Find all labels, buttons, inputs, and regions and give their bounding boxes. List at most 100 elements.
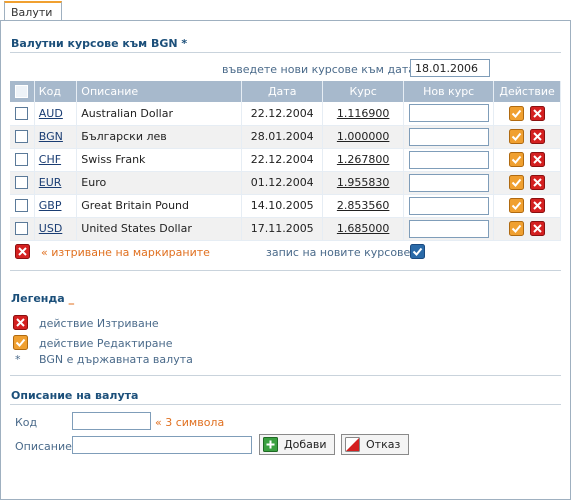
edit-check-icon[interactable] <box>509 198 525 213</box>
rate-cell: 1.116900 <box>322 102 405 126</box>
delete-marked-icon[interactable] <box>15 244 30 259</box>
edit-check-icon[interactable] <box>509 175 525 190</box>
edit-check-icon[interactable] <box>509 152 525 167</box>
cancel-button-label: Отказ <box>366 438 401 451</box>
legend-delete-text: действие Изтриване <box>39 317 159 330</box>
new-rate-cell <box>403 171 495 195</box>
cancel-button[interactable]: Отказ <box>341 434 409 455</box>
col-new-rate: Нов курс <box>403 81 495 102</box>
new-rate-input[interactable] <box>408 150 489 169</box>
code-label: Код <box>15 416 38 429</box>
legend-title-text: Легенда <box>11 292 65 305</box>
currency-code-link[interactable]: USD <box>39 222 63 235</box>
select-all-checkbox[interactable] <box>15 85 29 99</box>
rates-table: Код Описание Дата Курс Нов курс Действие… <box>10 81 561 241</box>
currency-code-link[interactable]: GBP <box>39 199 62 212</box>
col-rate[interactable]: Курс <box>322 81 405 102</box>
col-description[interactable]: Описание <box>76 81 243 102</box>
edit-check-icon <box>13 335 28 350</box>
row-checkbox[interactable] <box>15 176 29 190</box>
row-checkbox[interactable] <box>15 130 29 144</box>
table-row: BGN Български лев 28.01.2004 1.000000 <box>10 125 561 149</box>
row-checkbox[interactable] <box>15 222 29 236</box>
legend-title-mark: _ <box>68 292 75 305</box>
action-cell <box>493 148 561 172</box>
section-divider <box>10 404 561 405</box>
date-cell: 22.12.2004 <box>241 102 324 126</box>
edit-check-icon[interactable] <box>509 129 525 144</box>
new-rate-input[interactable] <box>408 196 489 215</box>
rates-section-title: Валутни курсове към BGN * <box>11 37 188 50</box>
add-button[interactable]: Добави <box>259 434 335 455</box>
currency-form-title: Описание на валута <box>11 389 139 402</box>
delete-x-icon[interactable] <box>530 129 546 144</box>
edit-check-icon[interactable] <box>509 105 525 121</box>
date-prompt: въведете нови курсове към дата » <box>222 63 425 76</box>
table-header-row: Код Описание Дата Курс Нов курс Действие <box>10 81 561 102</box>
rate-link[interactable]: 1.116900 <box>337 107 390 120</box>
rate-link[interactable]: 1.685000 <box>337 222 390 235</box>
rate-link[interactable]: 1.000000 <box>337 130 390 143</box>
delete-x-icon <box>13 315 28 330</box>
rate-cell: 1.685000 <box>322 217 405 241</box>
description-cell: Euro <box>76 171 243 195</box>
code-hint: « 3 символа <box>155 416 224 429</box>
description-cell: Australian Dollar <box>76 102 243 126</box>
rate-link[interactable]: 2.853560 <box>337 199 390 212</box>
description-input[interactable] <box>72 436 252 454</box>
table-row: USD United States Dollar 17.11.2005 1.68500… <box>10 217 561 241</box>
date-prompt-text: въведете нови курсове към дата <box>222 63 415 76</box>
save-check-icon[interactable] <box>410 244 425 259</box>
rate-link[interactable]: 1.267800 <box>337 153 390 166</box>
delete-x-icon[interactable] <box>530 152 546 167</box>
delete-x-icon[interactable] <box>530 175 546 190</box>
legend-edit-text: действие Редактиране <box>39 337 173 350</box>
date-cell: 14.10.2005 <box>241 194 324 218</box>
delete-x-icon[interactable] <box>530 221 546 236</box>
new-rate-cell <box>403 194 495 218</box>
table-row: CHF Swiss Frank 22.12.2004 1.267800 <box>10 148 561 172</box>
date-cell: 28.01.2004 <box>241 125 324 149</box>
code-cell: EUR <box>34 171 78 195</box>
rate-cell: 1.955830 <box>322 171 405 195</box>
legend-title: Легенда _ <box>11 292 74 305</box>
code-cell: CHF <box>34 148 78 172</box>
action-cell <box>493 125 561 149</box>
rates-date-input[interactable] <box>410 59 490 77</box>
code-input[interactable] <box>72 412 151 430</box>
currency-code-link[interactable]: AUD <box>39 107 63 120</box>
row-select-cell <box>10 171 35 195</box>
rate-cell: 1.267800 <box>322 148 405 172</box>
new-rate-cell <box>403 125 495 149</box>
cancel-icon <box>345 437 360 452</box>
new-rate-input[interactable] <box>408 219 489 238</box>
new-rate-input[interactable] <box>408 104 489 123</box>
description-cell: Swiss Frank <box>76 148 243 172</box>
legend-edit: действие Редактиране <box>13 335 173 350</box>
currency-code-link[interactable]: EUR <box>39 176 62 189</box>
row-checkbox[interactable] <box>15 153 29 167</box>
row-checkbox[interactable] <box>15 199 29 213</box>
row-checkbox[interactable] <box>15 107 29 120</box>
action-cell <box>493 217 561 241</box>
section-divider <box>10 375 561 376</box>
table-row: GBP Great Britain Pound 14.10.2005 2.853560 <box>10 194 561 218</box>
delete-marked-link[interactable]: « изтриване на маркираните <box>41 246 210 259</box>
rate-cell: 2.853560 <box>322 194 405 218</box>
rate-link[interactable]: 1.955830 <box>337 176 390 189</box>
save-rates-link[interactable]: запис на новите курсове » <box>266 246 421 259</box>
section-divider <box>10 52 561 53</box>
date-cell: 22.12.2004 <box>241 148 324 172</box>
new-rate-cell <box>403 102 495 126</box>
new-rate-input[interactable] <box>408 127 489 146</box>
tab-currencies[interactable]: Валути <box>4 1 62 21</box>
col-code[interactable]: Код <box>34 81 78 102</box>
currency-code-link[interactable]: BGN <box>39 130 63 143</box>
edit-check-icon[interactable] <box>509 221 525 236</box>
currency-code-link[interactable]: CHF <box>39 153 61 166</box>
new-rate-input[interactable] <box>408 173 489 192</box>
delete-x-icon[interactable] <box>530 105 546 121</box>
col-date[interactable]: Дата <box>241 81 324 102</box>
action-cell <box>493 194 561 218</box>
delete-x-icon[interactable] <box>530 198 546 213</box>
